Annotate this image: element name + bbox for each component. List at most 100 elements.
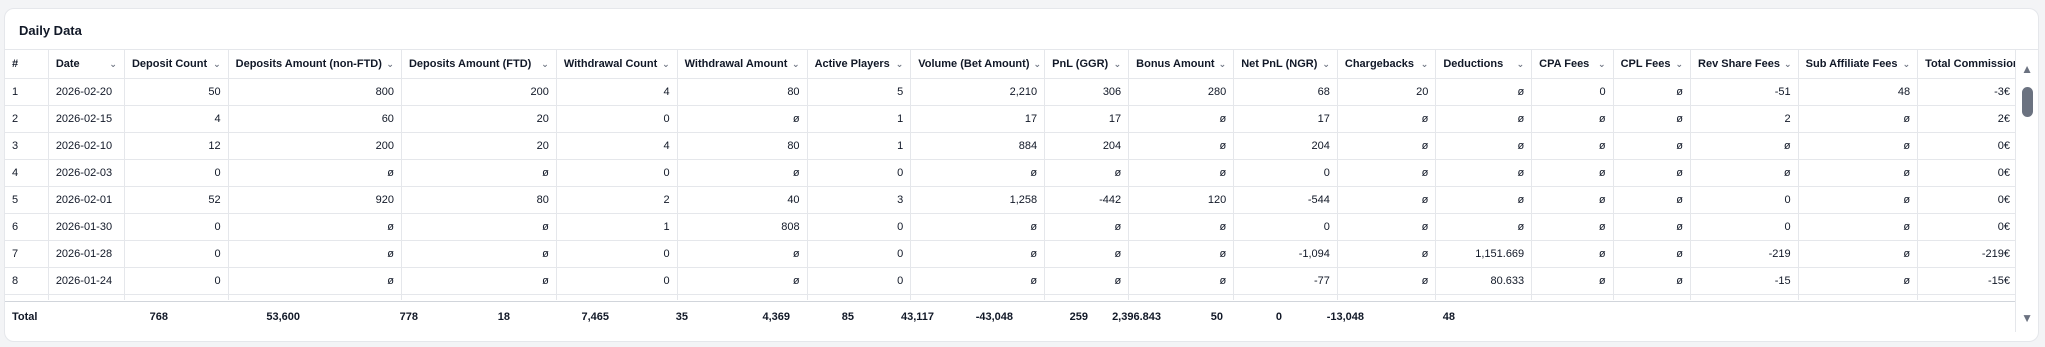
column-header[interactable]: Deductions ⌄ bbox=[1435, 50, 1533, 79]
table-cell: ø bbox=[1435, 132, 1533, 160]
column-header[interactable]: CPA Fees ⌄ bbox=[1531, 50, 1614, 79]
chevron-down-icon[interactable]: ⌄ bbox=[1322, 59, 1330, 70]
chevron-down-icon[interactable]: ⌄ bbox=[1903, 59, 1911, 70]
table-cell: 2€ bbox=[1917, 105, 2018, 133]
table-cell: ø bbox=[1044, 267, 1130, 295]
total-cell: 50 bbox=[1210, 311, 1223, 323]
table-cell: 80 bbox=[677, 78, 808, 106]
table-cell bbox=[48, 294, 125, 300]
chevron-down-icon[interactable]: ⌄ bbox=[1675, 59, 1683, 70]
chevron-down-icon[interactable]: ⌄ bbox=[1114, 59, 1122, 70]
column-header[interactable]: Chargebacks ⌄ bbox=[1337, 50, 1437, 79]
table-row[interactable]: 2 2026-02-15 4 60 20 0 ø 1 17 17 ø 17 ø ø ø ø 2 ø 2€ bbox=[5, 105, 2018, 133]
table-cell: 0€ bbox=[1917, 132, 2018, 160]
chevron-down-icon[interactable]: ⌄ bbox=[1421, 59, 1429, 70]
chevron-down-icon[interactable]: ⌄ bbox=[792, 59, 800, 70]
column-header-label: Volume (Bet Amount) bbox=[918, 58, 1030, 70]
total-cell: 48 bbox=[1442, 311, 1455, 323]
column-header[interactable]: Total Commission⌄ bbox=[1917, 50, 2018, 79]
table-cell bbox=[228, 294, 402, 300]
column-header[interactable]: PnL (GGR) ⌄ bbox=[1044, 50, 1130, 79]
table-row[interactable]: 7 2026-01-28 0 ø ø 0 ø 0 ø ø ø -1,094 ø 1,151.669 ø ø -2… bbox=[5, 240, 2018, 268]
chevron-down-icon[interactable]: ⌄ bbox=[386, 59, 394, 70]
table-row[interactable]: 6 2026-01-30 0 ø ø 1 808 0 ø ø ø 0 ø ø ø ø 0 ø 0€ bbox=[5, 213, 2018, 241]
total-row: Total 768 53,600 778 18 7,465 35 4,369 85 43,117 -… bbox=[5, 301, 2018, 332]
table-cell: 60 bbox=[228, 105, 402, 133]
column-header[interactable]: Active Players ⌄ bbox=[807, 50, 912, 79]
column-header[interactable]: Net PnL (NGR) ⌄ bbox=[1233, 50, 1338, 79]
chevron-down-icon[interactable]: ⌄ bbox=[1219, 59, 1227, 70]
daily-data-table: # Date ⌄ Deposit Count ⌄ Deposits Amount (non… bbox=[5, 50, 2018, 300]
column-header-label: # bbox=[12, 58, 19, 70]
table-cell: 20 bbox=[1337, 78, 1437, 106]
scroll-down-icon[interactable]: ▼ bbox=[2021, 311, 2033, 325]
table-cell: ø bbox=[1044, 240, 1130, 268]
column-header[interactable]: Withdrawal Amount ⌄ bbox=[677, 50, 808, 79]
table-cell: 2 bbox=[5, 105, 49, 133]
column-header-label: Date bbox=[55, 58, 80, 70]
table-cell: ø bbox=[1435, 78, 1533, 106]
table-cell: 2026-02-03 bbox=[48, 159, 125, 187]
table-cell: 2026-02-20 bbox=[48, 78, 125, 106]
column-header[interactable]: Withdrawal Count ⌄ bbox=[556, 50, 678, 79]
chevron-down-icon[interactable]: ⌄ bbox=[896, 59, 904, 70]
column-header[interactable]: Rev Share Fees ⌄ bbox=[1690, 50, 1799, 79]
table-cell: 0 bbox=[124, 159, 229, 187]
column-header[interactable]: Deposit Count ⌄ bbox=[124, 50, 229, 79]
table-cell bbox=[1690, 294, 1799, 300]
table-cell: ø bbox=[228, 159, 402, 187]
table-cell: 3 bbox=[5, 132, 49, 160]
chevron-down-icon[interactable]: ⌄ bbox=[662, 59, 670, 70]
table-cell: 52 bbox=[124, 186, 229, 214]
card-title: Daily Data bbox=[19, 23, 82, 38]
column-header[interactable]: Deposits Amount (FTD) ⌄ bbox=[401, 50, 557, 79]
total-cell: -43,048 bbox=[975, 311, 1013, 323]
column-header[interactable]: Bonus Amount ⌄ bbox=[1128, 50, 1235, 79]
table-row[interactable]: 5 2026-02-01 52 920 80 2 40 3 1,258 -442 120 -544 ø ø… bbox=[5, 186, 2018, 214]
scroll-up-icon[interactable]: ▲ bbox=[2021, 62, 2033, 76]
total-cell: 0 bbox=[1275, 311, 1282, 323]
column-header[interactable]: Date ⌄ bbox=[48, 50, 125, 79]
table-cell: ø bbox=[1798, 186, 1919, 214]
table-cell: 0 bbox=[1233, 213, 1338, 241]
chevron-down-icon[interactable]: ⌄ bbox=[1784, 59, 1792, 70]
chevron-down-icon[interactable]: ⌄ bbox=[541, 59, 549, 70]
table-cell: 0 bbox=[1531, 78, 1614, 106]
table-cell: ø bbox=[910, 240, 1046, 268]
column-header-label: Deductions bbox=[1443, 58, 1504, 70]
column-header[interactable]: Volume (Bet Amount) ⌄ bbox=[910, 50, 1046, 79]
table-cell: ø bbox=[677, 267, 808, 295]
table-row[interactable]: 8 2026-01-24 0 ø ø 0 ø 0 ø ø ø -77 ø 80.633 ø ø -15 ø -15€ bbox=[5, 267, 2018, 295]
chevron-down-icon[interactable]: ⌄ bbox=[1598, 59, 1606, 70]
chevron-down-icon[interactable]: ⌄ bbox=[1517, 59, 1525, 70]
table-cell: 17 bbox=[1044, 105, 1130, 133]
table-row[interactable]: 4 2026-02-03 0 ø ø 0 ø 0 ø ø ø 0 ø ø ø ø ø ø 0€ bbox=[5, 159, 2018, 187]
table-cell: 884 bbox=[910, 132, 1046, 160]
scrollbar-thumb[interactable] bbox=[2022, 87, 2033, 117]
table-cell: 0 bbox=[556, 267, 678, 295]
table-cell: 0 bbox=[1690, 186, 1799, 214]
table-cell: -51 bbox=[1690, 78, 1799, 106]
column-header[interactable]: CPL Fees ⌄ bbox=[1613, 50, 1692, 79]
column-header-label: PnL (GGR) bbox=[1052, 58, 1109, 70]
column-header-label: CPA Fees bbox=[1539, 58, 1590, 70]
table-cell: 204 bbox=[1233, 132, 1338, 160]
table-cell: 2026-02-01 bbox=[48, 186, 125, 214]
chevron-down-icon[interactable]: ⌄ bbox=[213, 59, 221, 70]
table-cell: 3 bbox=[807, 186, 912, 214]
table-row[interactable]: 1 2026-02-20 50 800 200 4 80 5 2,210 306 280 68 20 ø 0… bbox=[5, 78, 2018, 106]
table-cell: ø bbox=[910, 159, 1046, 187]
column-header[interactable]: # bbox=[5, 50, 49, 79]
table-cell: 17 bbox=[910, 105, 1046, 133]
table-row[interactable]: 3 2026-02-10 12 200 20 4 80 1 884 204 ø 204 ø ø ø ø ø ø 0€ bbox=[5, 132, 2018, 160]
chevron-down-icon[interactable]: ⌄ bbox=[109, 59, 117, 70]
table-cell: ø bbox=[401, 159, 557, 187]
table-cell: 0€ bbox=[1917, 186, 2018, 214]
column-header-label: Rev Share Fees bbox=[1698, 58, 1780, 70]
chevron-down-icon[interactable]: ⌄ bbox=[1033, 59, 1041, 70]
table-cell bbox=[5, 294, 49, 300]
table-cell: 800 bbox=[228, 78, 402, 106]
column-header[interactable]: Sub Affiliate Fees ⌄ bbox=[1798, 50, 1919, 79]
column-header[interactable]: Deposits Amount (non-FTD) ⌄ bbox=[228, 50, 402, 79]
table-row[interactable] bbox=[5, 294, 2018, 300]
